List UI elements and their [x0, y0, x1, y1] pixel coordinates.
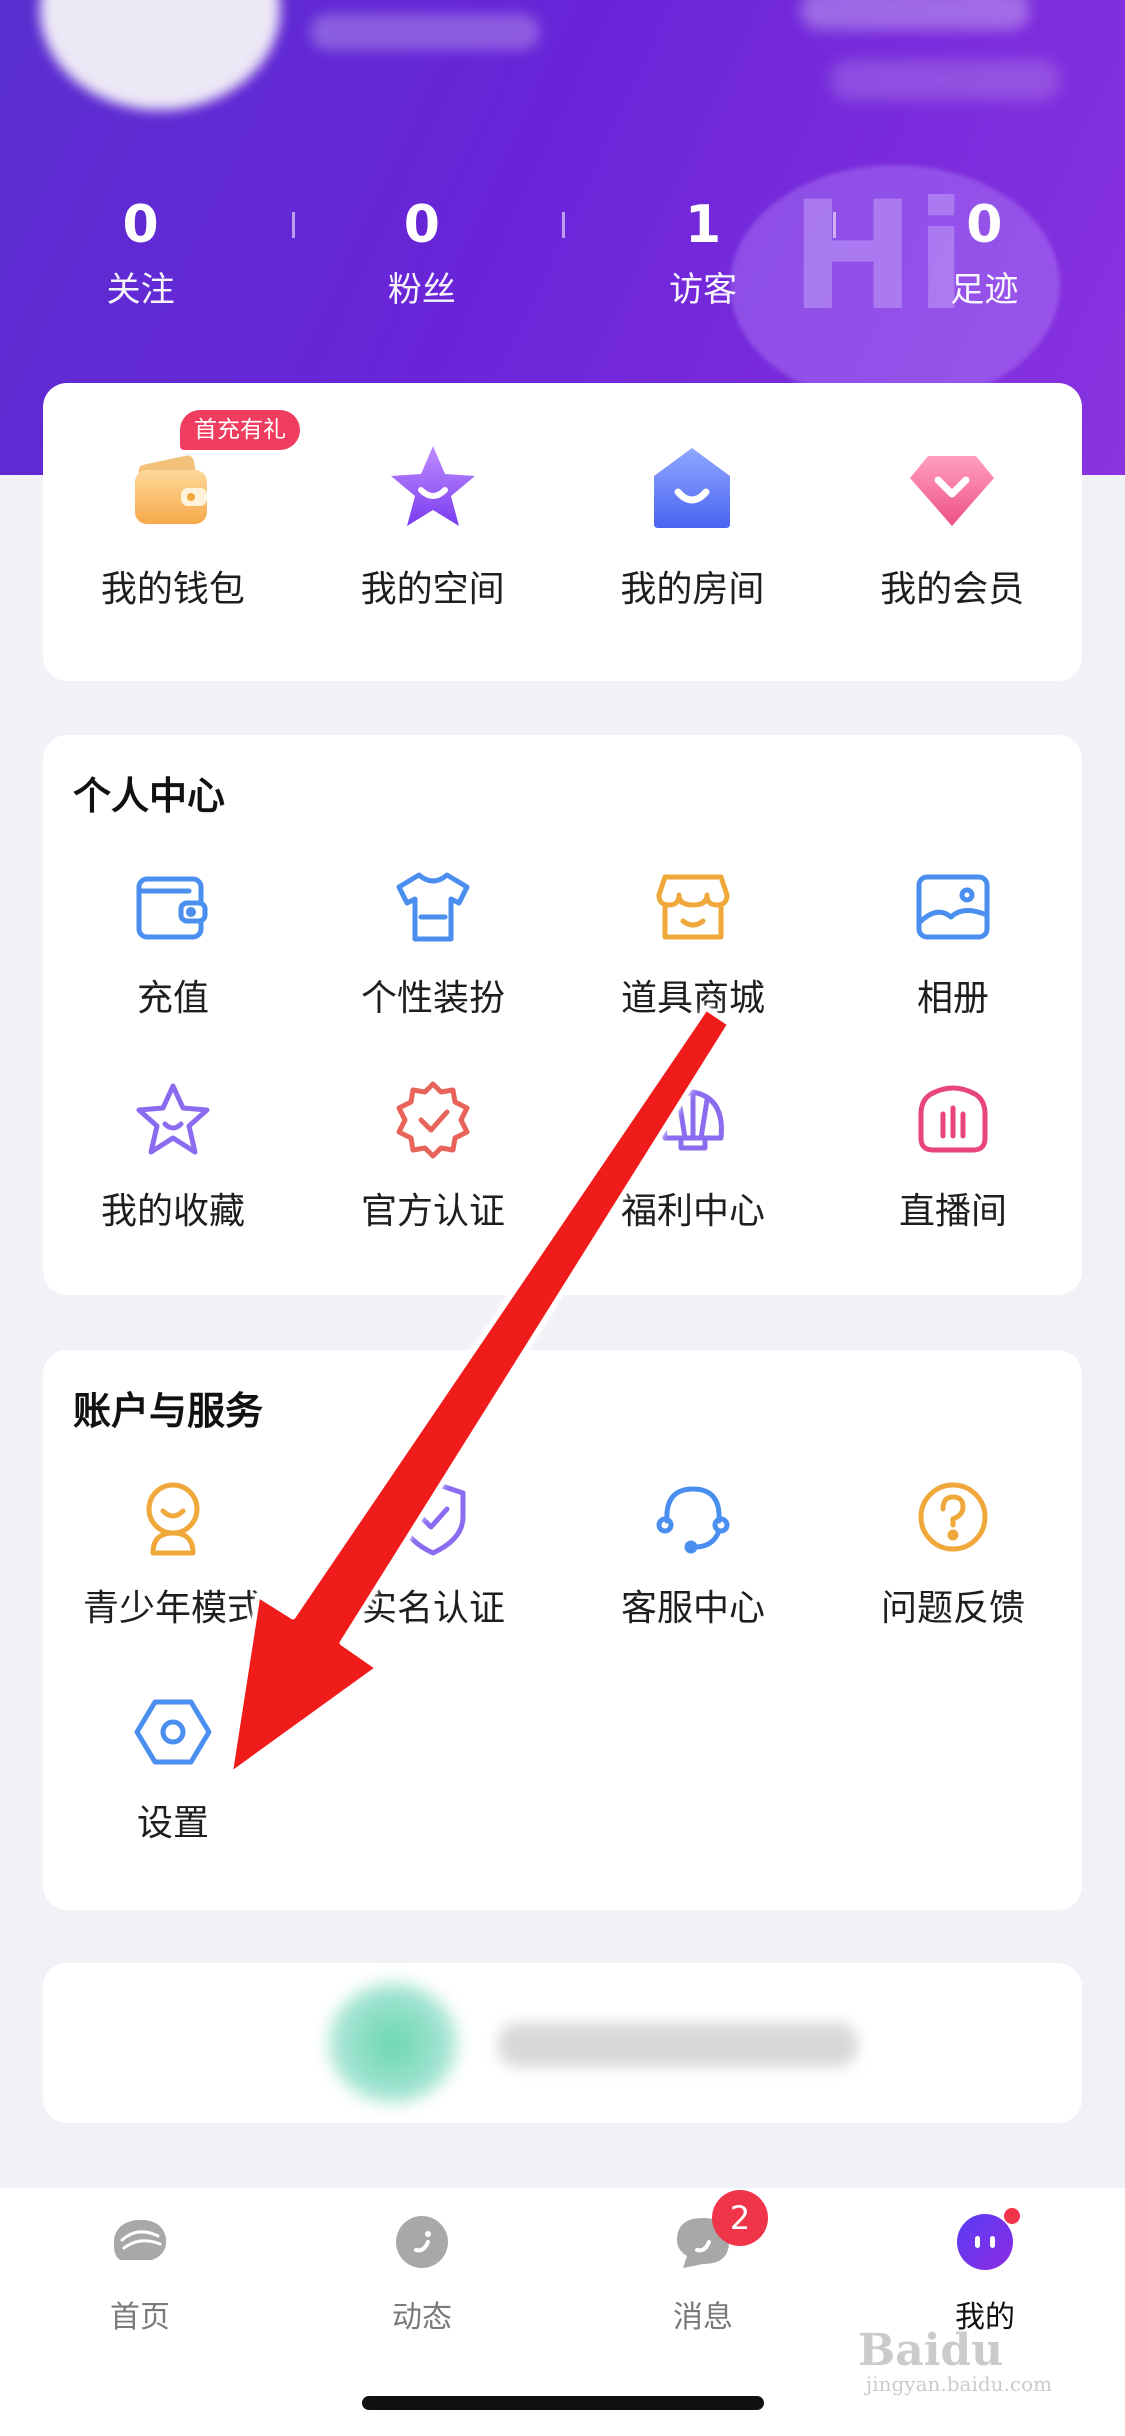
my-membership-button[interactable]: 我的会员	[822, 438, 1082, 681]
my-favorites-button[interactable]: 我的收藏	[43, 1078, 303, 1234]
settings-button[interactable]: 设置	[43, 1690, 303, 1846]
star-space-icon	[390, 446, 475, 526]
stat-value: 0	[403, 195, 440, 255]
stat-divider	[292, 212, 295, 238]
settings-hex-icon	[134, 1699, 212, 1765]
my-room-button[interactable]: 我的房间	[563, 438, 823, 681]
question-icon	[918, 1482, 988, 1552]
stat-value: 0	[122, 195, 159, 255]
account-services-card: 账户与服务 青少年模式 实名认证 客服中心 问题反馈 设置	[43, 1350, 1082, 1910]
diamond-icon	[910, 456, 995, 526]
moments-icon	[396, 2216, 448, 2268]
tab-moments-label: 动态	[392, 2300, 452, 2335]
real-name-verification-button[interactable]: 实名认证	[303, 1475, 563, 1631]
prop-shop-label: 道具商城	[620, 978, 765, 1019]
stat-divider	[833, 212, 836, 238]
promo-banner[interactable]	[43, 1963, 1082, 2123]
message-count-badge: 2	[712, 2190, 768, 2246]
watermark-brand: Baidu	[858, 2325, 1004, 2376]
stat-visitors[interactable]: 1 访客	[563, 190, 844, 330]
album-button[interactable]: 相册	[823, 865, 1083, 1021]
teen-mode-icon	[146, 1482, 200, 1556]
live-room-icon	[918, 1085, 988, 1153]
shop-icon	[656, 874, 730, 940]
header-blurred-info-2	[830, 60, 1060, 100]
header-blurred-info	[800, 0, 1030, 30]
tab-moments[interactable]: 动态	[322, 2210, 522, 2336]
avatar[interactable]	[40, 0, 280, 110]
certified-badge-icon	[396, 1081, 470, 1159]
recharge-button[interactable]: 充值	[43, 865, 303, 1021]
watermark-logo: Baidu jingyan.baidu.com	[858, 2325, 1052, 2396]
tshirt-icon	[396, 872, 470, 942]
album-label: 相册	[916, 978, 989, 1019]
welfare-center-button[interactable]: 福利中心	[563, 1078, 823, 1234]
stat-value: 0	[966, 195, 1003, 255]
stat-label: 足迹	[950, 270, 1019, 310]
album-icon	[916, 874, 990, 940]
recharge-wallet-icon	[136, 876, 208, 940]
stat-label: 关注	[106, 270, 175, 310]
stat-fans[interactable]: 0 粉丝	[281, 190, 562, 330]
teen-mode-label: 青少年模式	[82, 1588, 263, 1629]
stat-label: 粉丝	[387, 270, 456, 310]
my-wallet-button[interactable]: 我的钱包	[43, 438, 303, 681]
stat-divider	[562, 212, 565, 238]
personal-center-card: 个人中心 充值 个性装扮 道具商城 相册 我的收藏 官方认证 福利中心 直播间	[43, 735, 1083, 1827]
personal-dressup-button[interactable]: 个性装扮	[303, 865, 563, 1021]
home-indicator[interactable]	[362, 2396, 764, 2410]
first-recharge-badge: 首充有礼	[180, 410, 300, 450]
tab-messages-label: 消息	[673, 2300, 733, 2335]
recharge-label: 充值	[136, 978, 209, 1019]
my-membership-label: 我的会员	[880, 569, 1025, 610]
tab-messages[interactable]: 消息	[603, 2210, 803, 2336]
stat-value: 1	[685, 195, 722, 255]
headset-icon	[656, 1486, 730, 1554]
shell-icon	[662, 1089, 724, 1151]
tab-mine[interactable]: 我的	[885, 2210, 1085, 2336]
mine-notification-dot	[1004, 2208, 1020, 2224]
star-icon	[136, 1083, 210, 1155]
official-certification-button[interactable]: 官方认证	[303, 1078, 563, 1234]
live-room-button[interactable]: 直播间	[823, 1078, 1083, 1234]
feedback-button[interactable]: 问题反馈	[823, 1475, 1083, 1631]
stat-footprints[interactable]: 0 足迹	[844, 190, 1125, 330]
my-wallet-label: 我的钱包	[100, 569, 245, 610]
real-name-verification-label: 实名认证	[360, 1588, 505, 1629]
live-room-label: 直播间	[898, 1191, 1007, 1232]
promo-image-blurred	[328, 1983, 458, 2103]
official-certification-label: 官方认证	[360, 1191, 505, 1232]
shield-check-icon	[400, 1480, 466, 1556]
promo-text-blurred	[498, 2023, 858, 2067]
home-shell-icon	[113, 2219, 167, 2260]
section-title-personal-center: 个人中心	[73, 774, 226, 818]
watermark-sub: jingyan.baidu.com	[866, 2372, 1053, 2396]
my-space-label: 我的空间	[360, 569, 505, 610]
personal-dressup-label: 个性装扮	[360, 978, 505, 1019]
username-blurred	[310, 14, 540, 50]
tab-home[interactable]: 首页	[40, 2210, 240, 2336]
section-title-account-services: 账户与服务	[73, 1389, 264, 1433]
feedback-label: 问题反馈	[880, 1588, 1025, 1629]
stats-bar: 0 关注 0 粉丝 1 访客 0 足迹	[0, 190, 1125, 330]
wallet-icon	[134, 455, 207, 524]
my-favorites-label: 我的收藏	[100, 1191, 245, 1232]
stat-label: 访客	[669, 270, 738, 310]
tab-home-label: 首页	[110, 2300, 170, 2335]
teen-mode-button[interactable]: 青少年模式	[43, 1475, 303, 1631]
room-icon	[654, 448, 731, 528]
welfare-center-label: 福利中心	[620, 1191, 765, 1232]
settings-label: 设置	[136, 1803, 209, 1844]
prop-shop-button[interactable]: 道具商城	[563, 865, 823, 1021]
stat-following[interactable]: 0 关注	[0, 190, 281, 330]
my-room-label: 我的房间	[620, 569, 765, 610]
customer-service-button[interactable]: 客服中心	[563, 1475, 823, 1631]
my-space-button[interactable]: 我的空间	[303, 438, 563, 681]
customer-service-label: 客服中心	[620, 1588, 765, 1629]
